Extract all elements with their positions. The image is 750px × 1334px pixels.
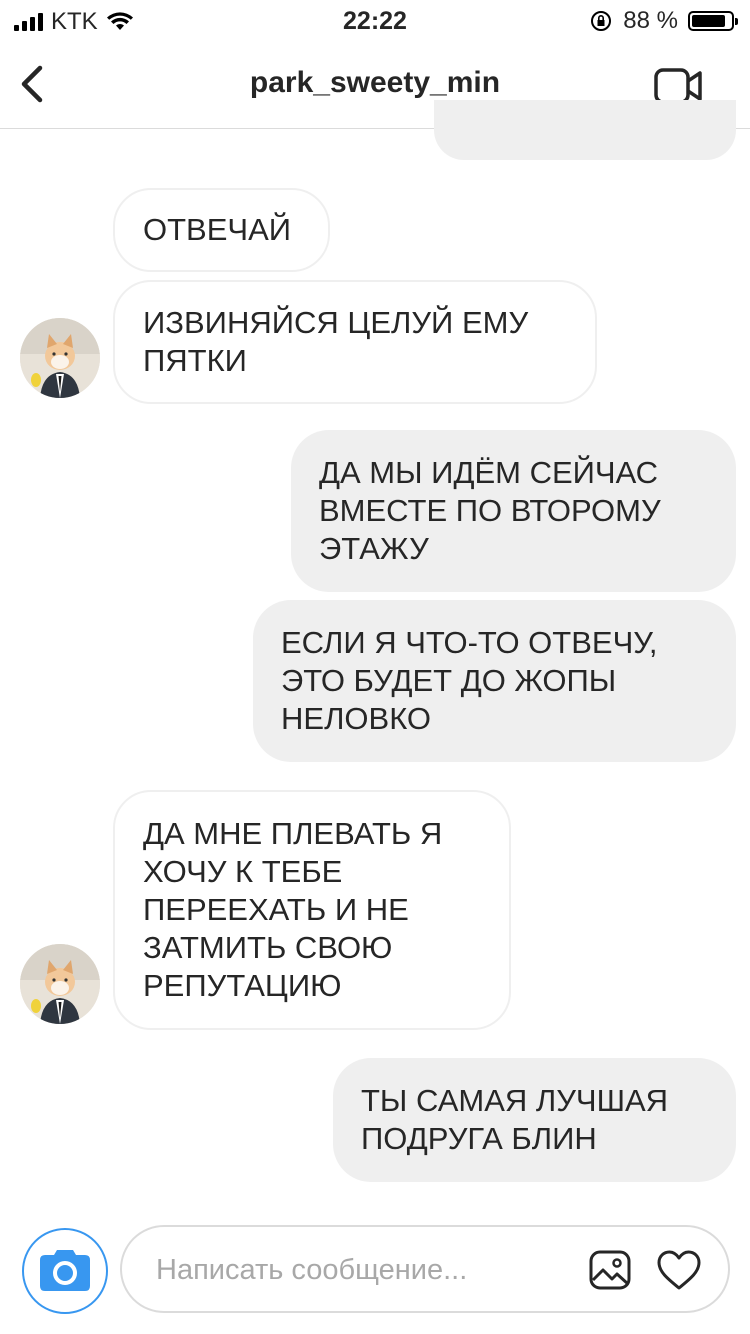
- heart-icon[interactable]: [656, 1249, 702, 1291]
- message-composer[interactable]: [120, 1225, 730, 1313]
- message-text: ДА МНЕ ПЛЕВАТЬ Я ХОЧУ К ТЕБЕ ПЕРЕЕХАТЬ И…: [143, 816, 443, 1003]
- message-text: ЕСЛИ Я ЧТО-ТО ОТВЕЧУ, ЭТО БУДЕТ ДО ЖОПЫ …: [281, 625, 658, 736]
- message-text: ИЗВИНЯЙСЯ ЦЕЛУЙ ЕМУ ПЯТКИ: [143, 305, 529, 378]
- incoming-message[interactable]: ОТВЕЧАЙ: [113, 188, 330, 272]
- camera-button[interactable]: [22, 1228, 108, 1314]
- message-text: ОТВЕЧАЙ: [143, 212, 292, 247]
- message-text: ТЫ САМАЯ ЛУЧШАЯ ПОДРУГА БЛИН: [361, 1083, 669, 1156]
- outgoing-message[interactable]: ДА МЫ ИДЁМ СЕЙЧАС ВМЕСТЕ ПО ВТОРОМУ ЭТАЖ…: [291, 430, 736, 592]
- incoming-message[interactable]: ДА МНЕ ПЛЕВАТЬ Я ХОЧУ К ТЕБЕ ПЕРЕЕХАТЬ И…: [113, 790, 511, 1030]
- battery-percent: 88 %: [623, 7, 678, 34]
- battery-icon: [688, 11, 738, 31]
- cat-avatar-icon: [20, 944, 100, 1024]
- avatar[interactable]: [20, 318, 100, 398]
- camera-icon: [40, 1250, 90, 1291]
- chat-username[interactable]: park_sweety_min: [0, 66, 750, 100]
- cat-avatar-icon: [20, 318, 100, 398]
- status-right: 88 %: [589, 7, 738, 35]
- outgoing-message[interactable]: ТЫ САМАЯ ЛУЧШАЯ ПОДРУГА БЛИН: [333, 1058, 736, 1182]
- message-bubble-partial: [434, 100, 736, 160]
- gallery-icon[interactable]: [588, 1249, 632, 1291]
- avatar[interactable]: [20, 944, 100, 1024]
- incoming-message[interactable]: ИЗВИНЯЙСЯ ЦЕЛУЙ ЕМУ ПЯТКИ: [113, 280, 597, 404]
- outgoing-message[interactable]: ЕСЛИ Я ЧТО-ТО ОТВЕЧУ, ЭТО БУДЕТ ДО ЖОПЫ …: [253, 600, 736, 762]
- orientation-lock-icon: [591, 11, 612, 31]
- message-text: ДА МЫ ИДЁМ СЕЙЧАС ВМЕСТЕ ПО ВТОРОМУ ЭТАЖ…: [319, 455, 661, 566]
- message-input[interactable]: [154, 1249, 578, 1291]
- status-bar: KTK 22:22 88 %: [0, 0, 750, 40]
